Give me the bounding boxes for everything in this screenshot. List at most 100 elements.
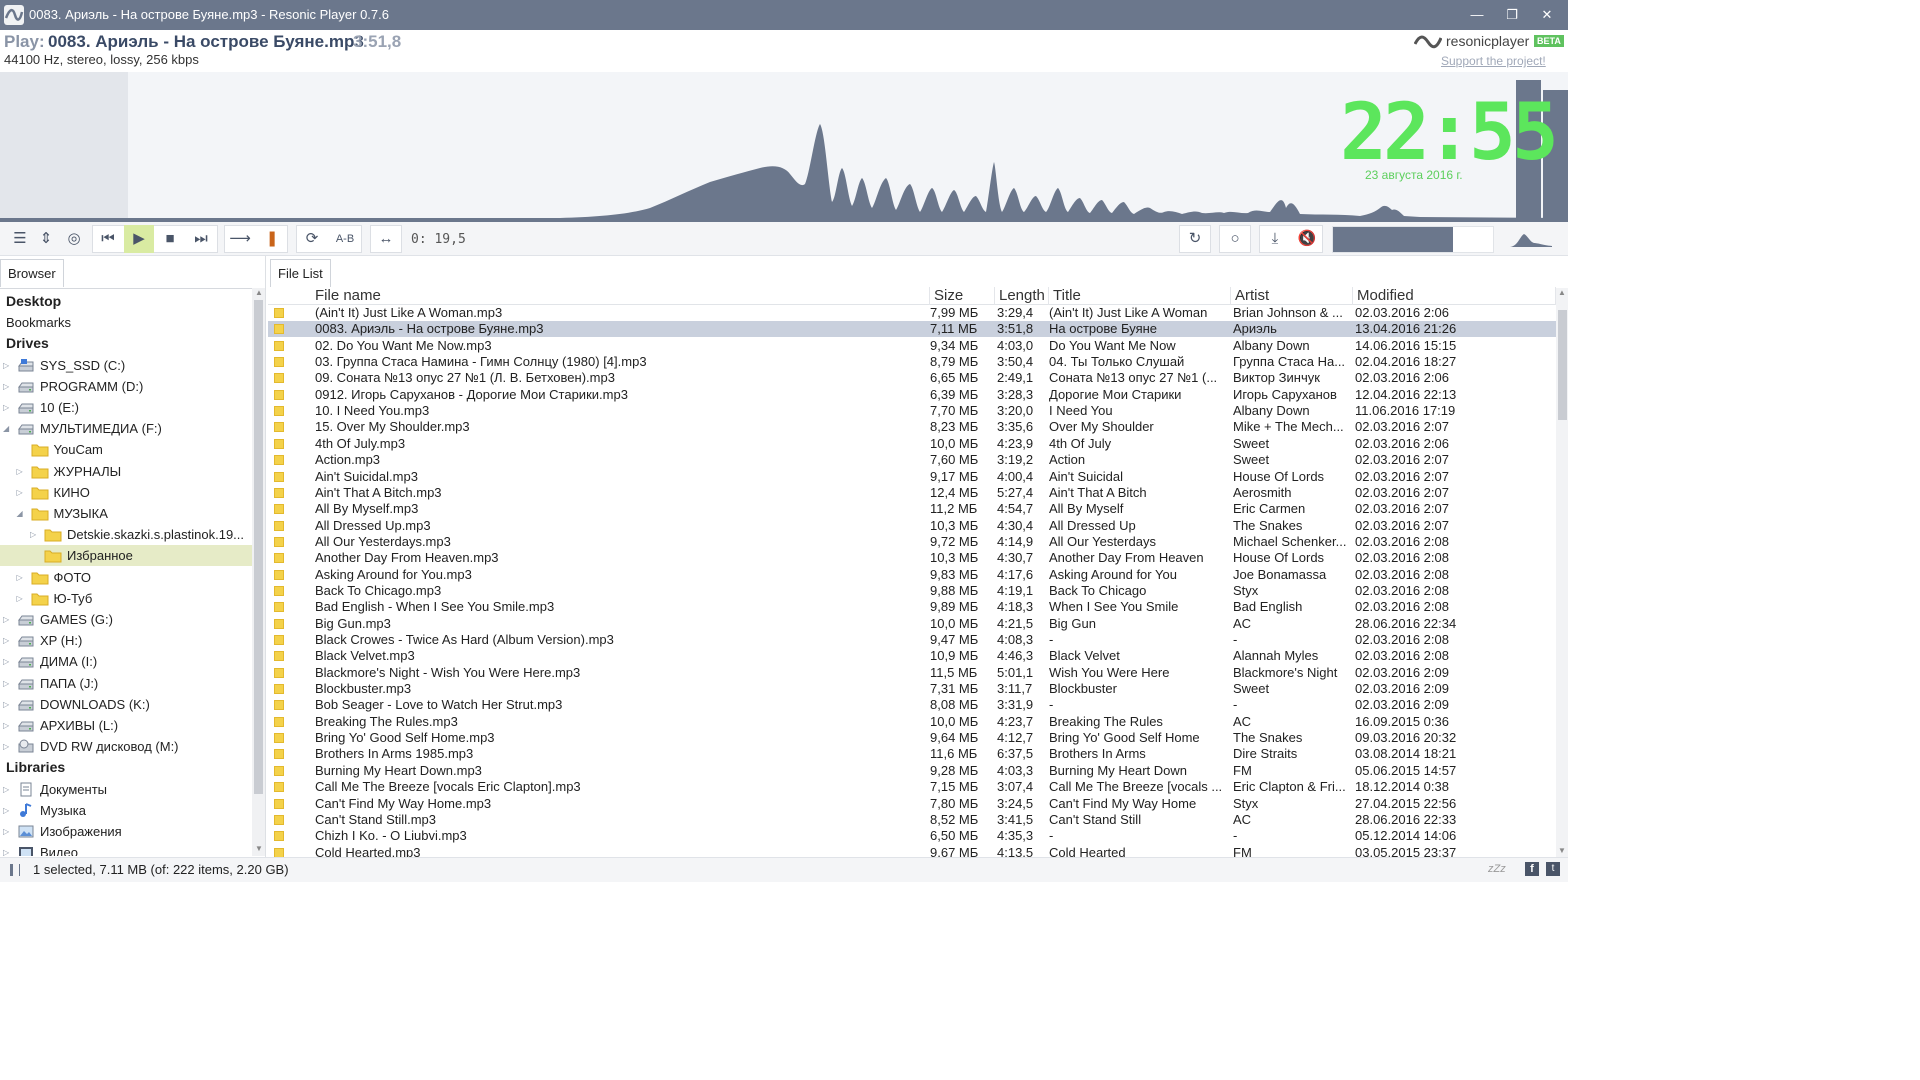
column-header[interactable]: Title [1049, 287, 1231, 305]
table-row[interactable]: Can't Find My Way Home.mp3 7,80 МБ 3:24,5 C… [268, 796, 1556, 812]
table-row[interactable]: Asking Around for You.mp3 9,83 МБ 4:17,6 As… [268, 567, 1556, 583]
table-row[interactable]: 4th Of July.mp3 10,0 МБ 4:23,9 4th Of July S… [268, 436, 1556, 452]
tree-node[interactable]: ▷ SYS_SSD (C:) [0, 355, 252, 376]
tree-node[interactable]: ▷ 10 (E:) [0, 397, 252, 418]
expand-arrow-icon[interactable]: ▷ [17, 461, 27, 482]
tree-node[interactable]: ▷ DOWNLOADS (K:) [0, 694, 252, 715]
expand-arrow-icon[interactable]: ▷ [3, 609, 13, 630]
expand-arrow-icon[interactable]: ▷ [3, 673, 13, 694]
table-row[interactable]: 0083. Ариэль - На острове Буяне.mp3 7,11 … [268, 321, 1556, 338]
table-row[interactable]: Back To Chicago.mp3 9,88 МБ 4:19,1 Back To … [268, 583, 1556, 599]
expand-arrow-icon[interactable]: ▷ [3, 376, 13, 397]
pause-after-button[interactable]: ❚ [257, 225, 287, 253]
tree-node[interactable]: ▷ Видео [0, 842, 252, 856]
expand-arrow-icon[interactable]: ▷ [17, 588, 27, 609]
table-row[interactable]: Black Velvet.mp3 10,9 МБ 4:46,3 Black Velve… [268, 648, 1556, 664]
column-header[interactable]: Length [995, 287, 1049, 305]
tree-node[interactable]: Libraries [0, 757, 252, 778]
close-button[interactable]: ✕ [1524, 0, 1570, 30]
facebook-icon[interactable]: f [1525, 862, 1539, 876]
tree-scrollbar[interactable]: ▲ ▼ [252, 288, 265, 856]
up-down-button[interactable]: ⇕ [34, 225, 58, 253]
tree-node[interactable]: ▷ DVD RW дисковод (M:) [0, 736, 252, 757]
tree-node[interactable]: ▷ Изображения [0, 821, 252, 842]
table-row[interactable]: All By Myself.mp3 11,2 МБ 4:54,7 All By Mys… [268, 501, 1556, 517]
table-row[interactable]: 15. Over My Shoulder.mp3 8,23 МБ 3:35,6 Ove… [268, 419, 1556, 435]
tree-node[interactable]: ▷ ЖУРНАЛЫ [0, 461, 252, 482]
stop-button[interactable]: ■ [155, 225, 185, 253]
file-list-scrollbar[interactable]: ▲ ▼ [1556, 288, 1568, 857]
menu-button[interactable]: ☰ [6, 225, 34, 253]
column-header[interactable]: Modified [1353, 287, 1556, 305]
twitter-icon[interactable]: t [1546, 862, 1560, 876]
previous-button[interactable]: ⏮ [93, 225, 123, 253]
loop-button[interactable]: ⟳ [297, 225, 327, 253]
table-row[interactable]: Big Gun.mp3 10,0 МБ 4:21,5 Big Gun AC 28.06.2… [268, 616, 1556, 632]
next-button[interactable]: ⏭ [186, 225, 216, 253]
seek-marker-button[interactable]: ↔ [371, 225, 401, 253]
expand-arrow-icon[interactable]: ▷ [3, 397, 13, 418]
tree-node[interactable]: Избранное [0, 545, 252, 567]
play-button[interactable]: ▶ [124, 225, 154, 253]
table-row[interactable]: Ain't Suicidal.mp3 9,17 МБ 4:00,4 Ain't Sui… [268, 469, 1556, 485]
table-row[interactable]: All Dressed Up.mp3 10,3 МБ 4:30,4 All Dress… [268, 518, 1556, 534]
tree-node[interactable]: ▷ ПАПА (J:) [0, 673, 252, 694]
collapse-arrow-icon[interactable]: ◢ [17, 503, 27, 524]
support-link[interactable]: Support the project! [1441, 54, 1546, 68]
table-row[interactable]: Ain't That A Bitch.mp3 12,4 МБ 5:27,4 Ain't… [268, 485, 1556, 501]
expand-arrow-icon[interactable]: ▷ [3, 715, 13, 736]
tree-node[interactable]: ▷ Документы [0, 779, 252, 800]
mute-button[interactable]: 🔇 [1292, 225, 1322, 253]
tree-node[interactable]: Bookmarks [0, 312, 252, 333]
panel-toggle-icon[interactable] [10, 864, 20, 876]
table-row[interactable]: Action.mp3 7,60 МБ 3:19,2 Action Sweet 02.03.… [268, 452, 1556, 468]
table-row[interactable]: Can't Stand Still.mp3 8,52 МБ 3:41,5 Can't … [268, 812, 1556, 828]
tree-node[interactable]: ▷ АРХИВЫ (L:) [0, 715, 252, 736]
collapse-arrow-icon[interactable]: ◢ [3, 418, 13, 439]
table-row[interactable]: All Our Yesterdays.mp3 9,72 МБ 4:14,9 All … [268, 534, 1556, 550]
table-row[interactable]: 09. Соната №13 опус 27 №1 (Л. В. Бетхове… [268, 370, 1556, 386]
tree-scroll-thumb[interactable] [254, 300, 263, 794]
table-row[interactable]: 03. Группа Стаса Намина - Гимн Солнцу (1… [268, 354, 1556, 370]
tree-node[interactable]: ◢ МУЛЬТИМЕДИА (F:) [0, 418, 252, 439]
table-row[interactable]: 10. I Need You.mp3 7,70 МБ 3:20,0 I Need Yo… [268, 403, 1556, 419]
expand-arrow-icon[interactable]: ▷ [3, 842, 13, 856]
table-row[interactable]: Call Me The Breeze [vocals Eric Clapton]… [268, 779, 1556, 795]
tab-file-list[interactable]: File List [270, 259, 331, 287]
expand-arrow-icon[interactable]: ▷ [3, 630, 13, 651]
tree-node[interactable]: Desktop [0, 291, 252, 312]
table-row[interactable]: Bring Yo' Good Self Home.mp3 9,64 МБ 4:12,… [268, 730, 1556, 746]
spectrum-mini-icon[interactable] [1508, 230, 1554, 248]
table-row[interactable]: Blackmore's Night - Wish You Were Here.m… [268, 665, 1556, 681]
waveform-display[interactable]: 22:55 23 августа 2016 г. [0, 72, 1568, 222]
tree-node[interactable]: ▷ Музыка [0, 800, 252, 821]
table-row[interactable]: 0912. Игорь Саруханов - Дорогие Мои Стар… [268, 387, 1556, 403]
tree-node[interactable]: ▷ Ю-Туб [0, 588, 252, 609]
tab-browser[interactable]: Browser [0, 259, 64, 287]
table-row[interactable]: Another Day From Heaven.mp3 10,3 МБ 4:30,7… [268, 550, 1556, 566]
expand-arrow-icon[interactable]: ▷ [3, 779, 13, 800]
table-row[interactable]: Chizh I Ko. - O Liubvi.mp3 6,50 МБ 4:35,3-… [268, 828, 1556, 844]
column-header[interactable]: Artist [1231, 287, 1353, 305]
tree-node[interactable]: ▷ ДИМА (I:) [0, 651, 252, 672]
table-row[interactable]: Blockbuster.mp3 7,31 МБ 3:11,7 Blockbuster S… [268, 681, 1556, 697]
table-row[interactable]: Breaking The Rules.mp3 10,0 МБ 4:23,7 Break… [268, 714, 1556, 730]
tree-node[interactable]: Drives [0, 333, 252, 354]
continuous-play-button[interactable]: ⟶ [225, 225, 255, 253]
column-header[interactable]: File name [311, 287, 930, 305]
table-row[interactable]: Cold Hearted.mp3 9,67 МБ 4:13,5 Cold Hearte… [268, 845, 1556, 857]
tree-node[interactable]: ▷ PROGRAMM (D:) [0, 376, 252, 397]
expand-arrow-icon[interactable]: ▷ [17, 482, 27, 503]
expand-arrow-icon[interactable]: ▷ [3, 694, 13, 715]
tree-node[interactable]: YouCam [0, 439, 252, 460]
tree-node[interactable]: ◢ МУЗЫКА [0, 503, 252, 524]
expand-arrow-icon[interactable]: ▷ [3, 736, 13, 757]
tree-node[interactable]: ▷ ФОТО [0, 567, 252, 588]
headphones-button[interactable]: ○ [1220, 225, 1250, 253]
expand-arrow-icon[interactable]: ▷ [30, 524, 40, 545]
expand-arrow-icon[interactable]: ▷ [3, 355, 13, 376]
table-row[interactable]: 02. Do You Want Me Now.mp3 9,34 МБ 4:03,0 D… [268, 338, 1556, 354]
target-button[interactable]: ◎ [60, 225, 88, 253]
reload-button[interactable]: ↻ [1180, 225, 1210, 253]
tree-node[interactable]: ▷ Detskie.skazki.s.plastinok.19... [0, 524, 252, 545]
